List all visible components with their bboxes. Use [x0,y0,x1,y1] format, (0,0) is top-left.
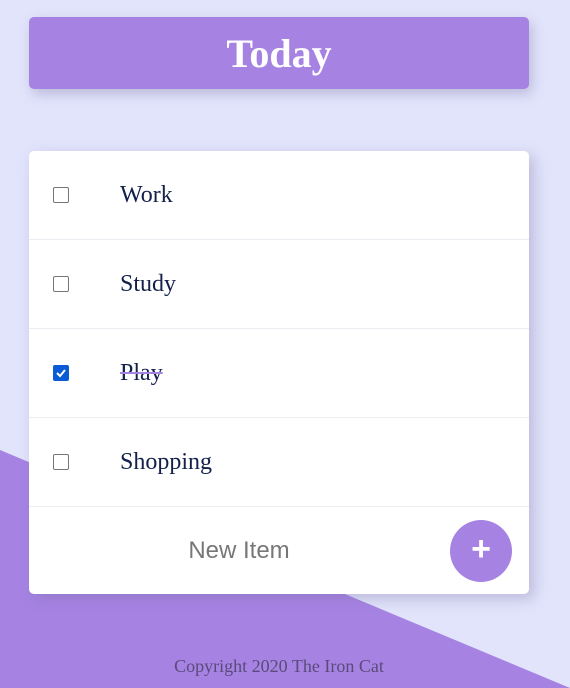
new-item-input[interactable] [29,507,449,595]
page-title: Today [226,30,332,76]
title-bar: Today [29,17,529,89]
item-checkbox[interactable] [53,454,69,470]
list-item: Play [29,329,529,418]
list-item: Study [29,240,529,329]
list-item: Work [29,151,529,240]
item-checkbox[interactable] [53,187,69,203]
new-item-row: + [29,507,529,595]
item-checkbox[interactable] [53,276,69,292]
item-label: Play [120,359,163,386]
copyright-footer: Copyright 2020 The Iron Cat [174,656,384,676]
item-label: Work [120,181,173,208]
plus-icon: + [471,530,491,568]
item-label: Shopping [120,448,213,475]
item-label: Study [120,270,177,297]
add-item-button[interactable]: + [450,520,512,582]
list-item: Shopping [29,418,529,507]
todo-card: Work Study Play Shopping + [29,151,529,595]
check-icon [56,369,66,378]
item-checkbox[interactable] [53,365,69,381]
